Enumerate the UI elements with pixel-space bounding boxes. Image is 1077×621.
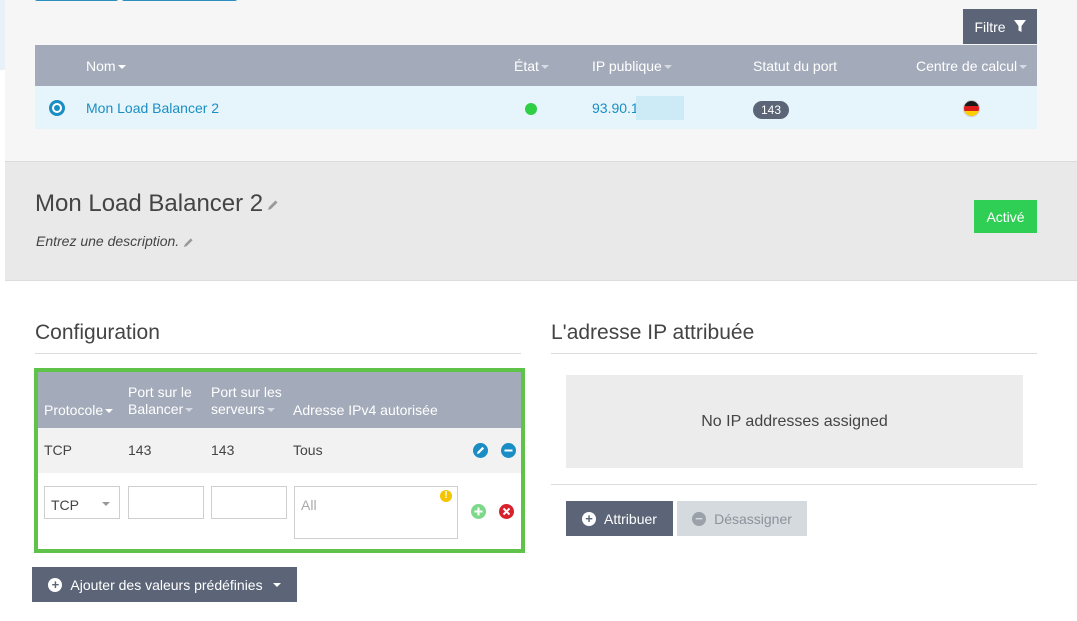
add-rule-icon[interactable] xyxy=(471,504,486,519)
ipv4-placeholder: All xyxy=(301,497,317,513)
remove-rule-icon[interactable] xyxy=(501,443,516,458)
sort-caret-icon xyxy=(117,65,126,70)
state-indicator-icon xyxy=(525,103,537,115)
rule-ipv4: Tous xyxy=(293,442,323,458)
column-header-port-servers[interactable]: Port sur les serveurs xyxy=(211,384,282,418)
toolbar-button-partial[interactable] xyxy=(35,0,118,1)
column-header-port-status: Statut du port xyxy=(753,58,838,74)
rule-port-lb: 143 xyxy=(128,442,152,458)
warning-icon: ! xyxy=(440,490,452,502)
ip-empty-state: No IP addresses assigned xyxy=(566,375,1023,468)
column-header-state[interactable]: État xyxy=(514,58,549,74)
chevron-down-icon xyxy=(102,502,110,506)
sort-caret-icon xyxy=(266,408,275,413)
add-predefined-values-button[interactable]: + Ajouter des valeurs prédéfinies xyxy=(32,567,297,602)
port-lb-input[interactable] xyxy=(128,486,204,519)
rule-protocol: TCP xyxy=(44,442,72,458)
sort-caret-icon xyxy=(105,409,114,414)
rules-table: Protocole Port sur le Balancer Port sur l… xyxy=(34,368,525,553)
edit-pencil-icon[interactable] xyxy=(183,237,194,248)
protocol-select[interactable]: TCP xyxy=(44,486,120,519)
column-header-name[interactable]: Nom xyxy=(86,58,126,74)
plus-circle-icon: + xyxy=(48,577,63,592)
toolbar-button-partial[interactable] xyxy=(122,0,237,1)
status-active-button[interactable]: Activé xyxy=(974,200,1037,233)
port-servers-input[interactable] xyxy=(211,486,287,519)
configuration-title: Configuration xyxy=(35,321,160,344)
port-status-badge: 143 xyxy=(753,101,790,119)
section-divider xyxy=(35,353,521,354)
minus-circle-icon: − xyxy=(692,511,707,526)
sort-caret-icon xyxy=(663,65,672,70)
column-header-port-lb[interactable]: Port sur le Balancer xyxy=(128,384,194,418)
chevron-down-icon xyxy=(272,582,281,587)
detail-title-text: Mon Load Balancer 2 xyxy=(35,190,264,217)
section-divider xyxy=(551,353,1037,354)
table-row[interactable]: Mon Load Balancer 2 93.90.1 143 xyxy=(35,86,1037,129)
protocol-select-value: TCP xyxy=(51,497,79,513)
ipv4-input[interactable]: All ! xyxy=(294,486,458,539)
assigned-ip-title: L'adresse IP attribuée xyxy=(551,321,755,344)
funnel-icon xyxy=(1013,20,1026,32)
table-row: TCP 143 143 Tous xyxy=(38,428,521,473)
row-select-radio[interactable] xyxy=(49,100,65,116)
sort-caret-icon xyxy=(540,65,549,70)
unassign-ip-button[interactable]: − Désassigner xyxy=(677,501,807,536)
unassign-label: Désassigner xyxy=(714,510,792,527)
column-header-datacenter[interactable]: Centre de calcul xyxy=(916,58,1028,74)
column-header-ipv4: Adresse IPv4 autorisée xyxy=(293,402,438,418)
cancel-rule-icon[interactable] xyxy=(499,504,514,519)
sort-caret-icon xyxy=(1019,65,1028,70)
edit-pencil-icon[interactable] xyxy=(267,199,279,211)
load-balancer-list-panel: Filtre Nom État IP publique Statut du po… xyxy=(5,0,1077,162)
row-name-link[interactable]: Mon Load Balancer 2 xyxy=(86,100,219,116)
detail-header: Mon Load Balancer 2 Entrez une descripti… xyxy=(5,162,1077,281)
list-table-header: Nom État IP publique Statut du port Cent… xyxy=(35,45,1037,86)
filter-button[interactable]: Filtre xyxy=(963,9,1037,44)
assign-ip-button[interactable]: + Attribuer xyxy=(566,501,673,536)
germany-flag-icon xyxy=(963,100,980,117)
sort-caret-icon xyxy=(185,408,194,413)
predefined-button-label: Ajouter des valeurs prédéfinies xyxy=(70,576,263,593)
detail-title: Mon Load Balancer 2 xyxy=(35,190,279,218)
column-header-protocol[interactable]: Protocole xyxy=(44,402,114,419)
edit-rule-icon[interactable] xyxy=(473,443,488,458)
rule-port-servers: 143 xyxy=(211,442,235,458)
description-field[interactable]: Entrez une description. xyxy=(36,233,194,249)
section-divider xyxy=(551,484,1037,485)
column-header-public-ip[interactable]: IP publique xyxy=(592,58,672,74)
description-placeholder: Entrez une description. xyxy=(36,233,180,249)
ip-redaction xyxy=(636,96,684,120)
main-area: Filtre Nom État IP publique Statut du po… xyxy=(5,0,1077,621)
filter-label: Filtre xyxy=(974,18,1006,35)
assign-label: Attribuer xyxy=(604,510,657,527)
plus-circle-icon: + xyxy=(582,511,597,526)
rules-table-header: Protocole Port sur le Balancer Port sur l… xyxy=(38,372,521,428)
row-public-ip[interactable]: 93.90.1 xyxy=(592,100,639,116)
